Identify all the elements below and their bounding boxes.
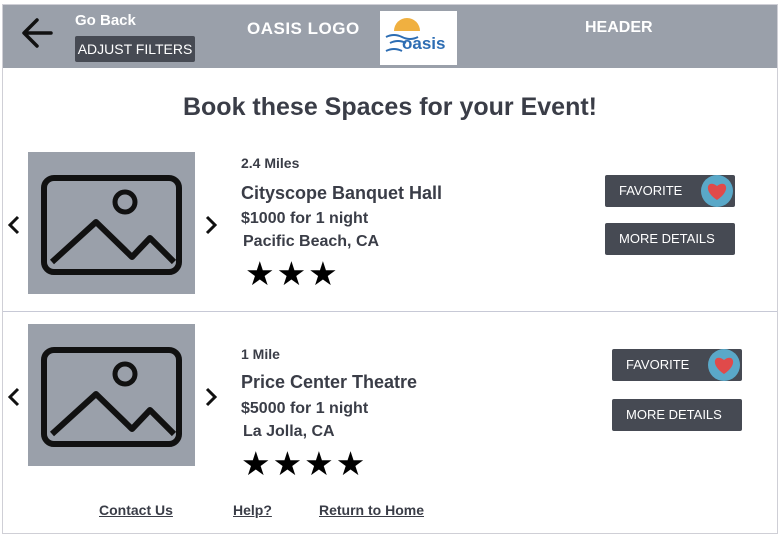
- header-label: HEADER: [585, 19, 653, 36]
- chevron-right-icon[interactable]: [203, 385, 219, 409]
- favorite-button[interactable]: FAVORITE: [612, 349, 742, 381]
- help-link[interactable]: Help?: [233, 502, 272, 518]
- image-icon: [41, 347, 182, 447]
- image-placeholder: [28, 324, 195, 466]
- header-bar: Go Back ADJUST FILTERS OASIS LOGO oasis …: [3, 5, 777, 68]
- back-arrow-icon[interactable]: [17, 13, 57, 53]
- favorite-label: FAVORITE: [626, 357, 690, 372]
- chevron-right-icon[interactable]: [203, 213, 219, 237]
- oasis-logo[interactable]: oasis: [380, 11, 457, 65]
- listing-price: $5000 for 1 night: [241, 400, 369, 417]
- listing-distance: 2.4 Miles: [241, 155, 300, 171]
- image-icon: [41, 175, 182, 275]
- footer: Contact Us Help? Return to Home: [3, 502, 777, 526]
- favorite-label: FAVORITE: [619, 183, 683, 198]
- heart-icon[interactable]: [708, 349, 740, 381]
- heart-icon[interactable]: [701, 175, 733, 207]
- chevron-left-icon[interactable]: [6, 213, 22, 237]
- listing-distance: 1 Mile: [241, 346, 280, 362]
- listing-location: La Jolla, CA: [243, 423, 335, 440]
- logo-text: OASIS LOGO: [247, 19, 360, 38]
- oasis-logo-graphic: oasis: [385, 18, 445, 53]
- adjust-filters-button[interactable]: ADJUST FILTERS: [75, 36, 195, 62]
- image-placeholder: [28, 152, 195, 294]
- listing-price: $1000 for 1 night: [241, 210, 369, 227]
- app-frame: Go Back ADJUST FILTERS OASIS LOGO oasis …: [2, 4, 778, 534]
- listing-card: 1 Mile Price Center Theatre $5000 for 1 …: [3, 311, 777, 491]
- listing-name[interactable]: Cityscope Banquet Hall: [241, 183, 442, 204]
- star-rating: ★★★: [245, 255, 340, 292]
- page-title: Book these Spaces for your Event!: [182, 93, 597, 121]
- favorite-button[interactable]: FAVORITE: [605, 175, 735, 207]
- listing-card: 2.4 Miles Cityscope Banquet Hall $1000 f…: [3, 147, 777, 309]
- listing-name[interactable]: Price Center Theatre: [241, 372, 417, 393]
- go-back-link[interactable]: Go Back: [75, 12, 136, 29]
- more-details-button[interactable]: MORE DETAILS: [605, 223, 735, 255]
- contact-us-link[interactable]: Contact Us: [99, 502, 173, 518]
- star-rating: ★★★★: [241, 445, 368, 482]
- chevron-left-icon[interactable]: [6, 385, 22, 409]
- more-details-button[interactable]: MORE DETAILS: [612, 399, 742, 431]
- return-home-link[interactable]: Return to Home: [319, 502, 424, 518]
- logo-wordmark: oasis: [402, 34, 445, 53]
- listing-location: Pacific Beach, CA: [243, 233, 380, 250]
